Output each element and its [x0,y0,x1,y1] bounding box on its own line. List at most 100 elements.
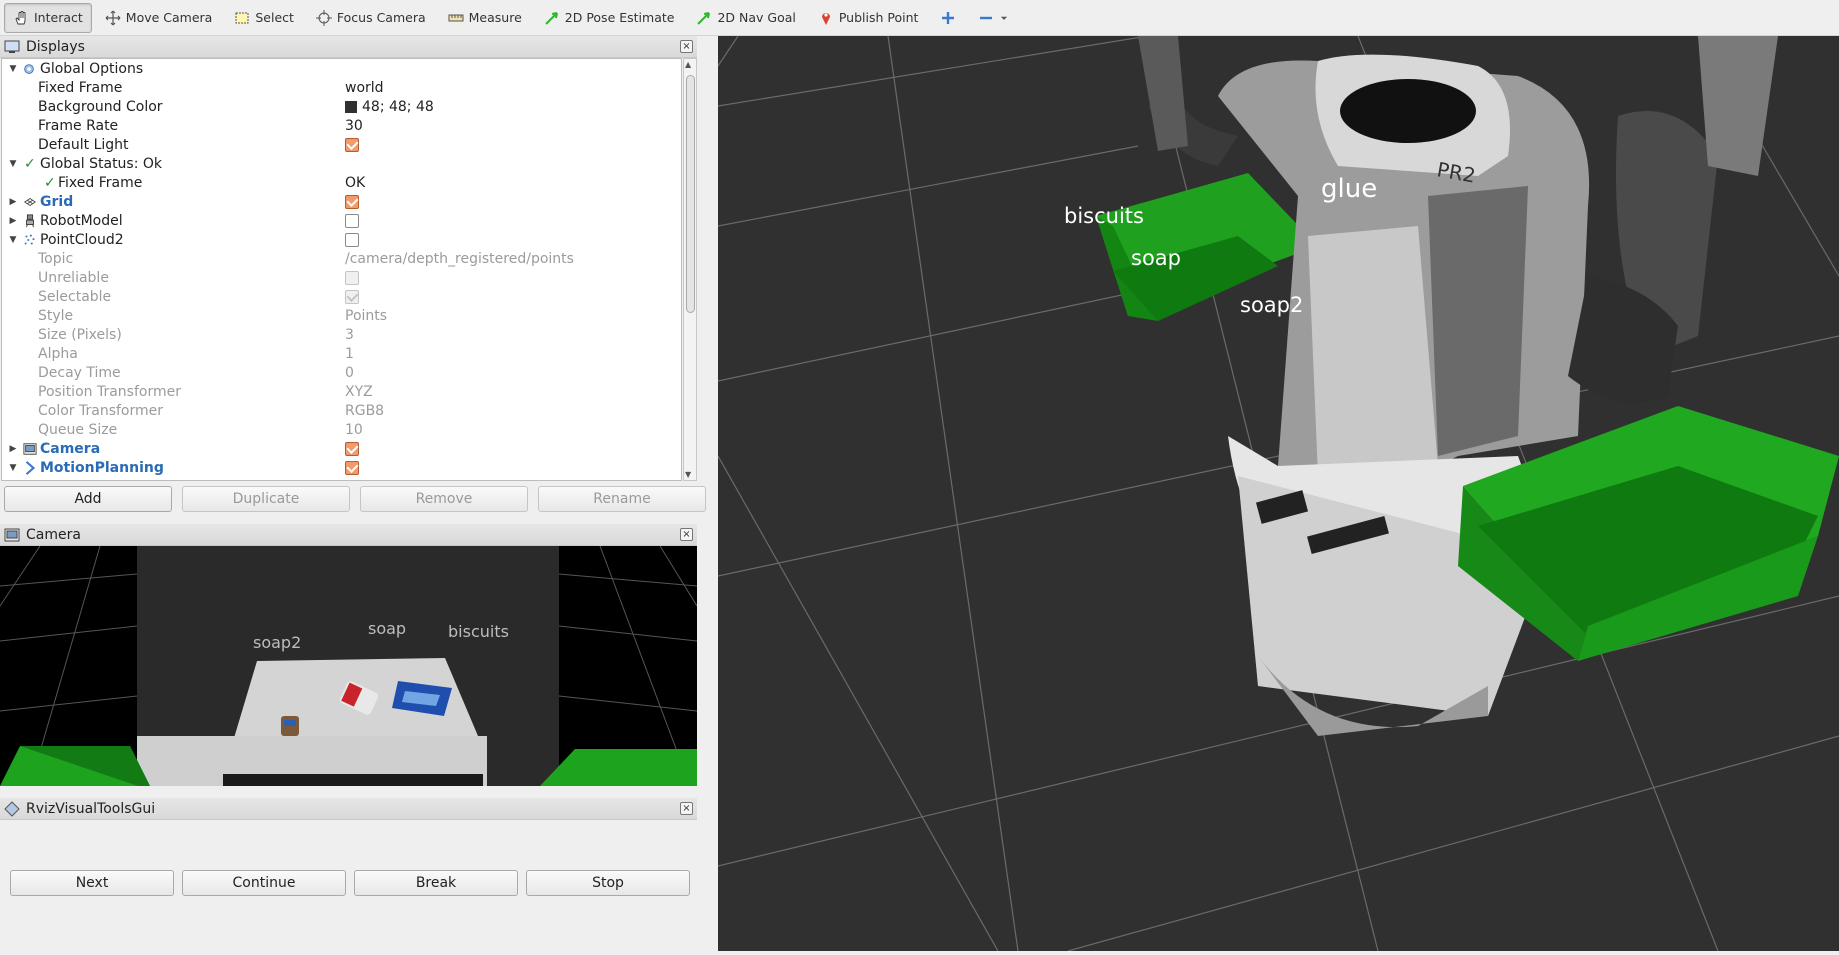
label-soap: soap [1131,246,1181,270]
camera-view[interactable]: soap2 soap biscuits [0,546,697,786]
unreliable-checkbox[interactable] [345,270,359,285]
tree-value[interactable]: 1 [345,346,354,362]
tree-label: RobotModel [40,212,123,229]
tree-row-position-transformer[interactable]: Position Transformer XYZ [2,382,681,401]
tree-value[interactable]: world [345,80,384,96]
add-tool-button[interactable] [931,3,965,33]
tree-row-style[interactable]: Style Points [2,306,681,325]
main-toolbar: Interact Move Camera Select Focus Camera… [0,0,1839,36]
color-swatch[interactable] [345,100,357,113]
tool-2d-pose-estimate[interactable]: 2D Pose Estimate [535,3,684,33]
tree-row-pointcloud2[interactable]: ▼ PointCloud2 [2,230,681,249]
expand-arrow-icon[interactable]: ▼ [8,463,18,473]
tree-value[interactable]: XYZ [345,384,373,400]
next-button[interactable]: Next [10,870,174,896]
break-button[interactable]: Break [354,870,518,896]
displays-scrollbar[interactable]: ▲ ▼ [683,58,697,481]
tool-2d-nav-goal[interactable]: 2D Nav Goal [687,3,804,33]
tool-select[interactable]: Select [225,3,303,33]
duplicate-button[interactable]: Duplicate [182,486,350,512]
scroll-up-icon[interactable]: ▲ [685,60,691,69]
tool-measure[interactable]: Measure [439,3,531,33]
scroll-down-icon[interactable]: ▼ [685,470,691,479]
tree-value[interactable]: 48; 48; 48 [362,99,434,115]
collapse-arrow-icon[interactable]: ▶ [8,216,18,226]
tree-value[interactable]: 3 [345,327,354,343]
expand-arrow-icon[interactable]: ▼ [8,64,18,74]
close-icon[interactable]: × [680,528,693,541]
tree-row-selectable[interactable]: Selectable [2,287,681,306]
checkmark-icon: ✓ [24,155,36,172]
tree-value[interactable]: 10 [345,422,363,438]
tree-label: PointCloud2 [40,231,124,248]
robotmodel-checkbox[interactable] [345,213,359,228]
collapse-arrow-icon[interactable]: ▶ [8,197,18,207]
3d-viewport[interactable]: PR2 biscuits soap soap2 glue [718,36,1839,951]
selectable-checkbox[interactable] [345,289,359,304]
tree-value[interactable]: 0 [345,365,354,381]
tree-value[interactable]: RGB8 [345,403,384,419]
tree-row-default-light[interactable]: Default Light [2,135,681,154]
dock-splitter[interactable] [706,36,718,955]
tree-row-frame-rate[interactable]: Frame Rate 30 [2,116,681,135]
camera-icon [4,528,20,541]
camera-icon [23,442,37,455]
tool-interact[interactable]: Interact [4,2,92,33]
tree-row-decay-time[interactable]: Decay Time 0 [2,363,681,382]
add-button[interactable]: Add [4,486,172,512]
tree-row-global-options[interactable]: ▼ Global Options [2,59,681,78]
camera-label-soap: soap [368,619,407,638]
tree-label: Default Light [38,136,129,153]
close-icon[interactable]: × [680,40,693,53]
tree-row-background-color[interactable]: Background Color 48; 48; 48 [2,97,681,116]
motionplanning-checkbox[interactable] [345,460,359,475]
displays-title: Displays [26,38,85,55]
tree-row-motionplanning[interactable]: ▼ MotionPlanning [2,458,681,477]
panel-diamond-icon [4,800,20,817]
tree-row-color-transformer[interactable]: Color Transformer RGB8 [2,401,681,420]
expand-arrow-icon[interactable]: ▼ [8,159,18,169]
tree-row-status-fixed-frame[interactable]: ✓ Fixed Frame OK [2,173,681,192]
tree-value[interactable]: 30 [345,118,363,134]
default-light-checkbox[interactable] [345,137,359,152]
grid-checkbox[interactable] [345,194,359,209]
tree-label: Global Status: Ok [40,155,163,172]
tree-row-camera[interactable]: ▶ Camera [2,439,681,458]
camera-checkbox[interactable] [345,441,359,456]
motion-planning-icon [25,460,36,475]
collapse-arrow-icon[interactable]: ▶ [8,444,18,454]
remove-button[interactable]: Remove [360,486,528,512]
rvizgui-buttons: Next Continue Break Stop [10,870,690,896]
displays-panel: Displays × ▼ Global Options Fixed Frame … [0,36,697,482]
pin-icon [821,12,830,25]
tree-row-grid[interactable]: ▶ Grid [2,192,681,211]
expand-arrow-icon[interactable]: ▼ [8,235,18,245]
continue-button[interactable]: Continue [182,870,346,896]
tree-value: OK [345,174,366,191]
close-icon[interactable]: × [680,802,693,815]
tool-move-camera[interactable]: Move Camera [96,3,222,33]
remove-tool-button[interactable] [969,3,1018,33]
tree-row-unreliable[interactable]: Unreliable [2,268,681,287]
tree-row-size[interactable]: Size (Pixels) 3 [2,325,681,344]
tree-row-robotmodel[interactable]: ▶ RobotModel [2,211,681,230]
tree-row-alpha[interactable]: Alpha 1 [2,344,681,363]
tool-publish-point[interactable]: Publish Point [809,3,928,33]
pointcloud-icon [24,234,35,245]
tool-focus-camera[interactable]: Focus Camera [307,3,435,33]
tree-row-global-status[interactable]: ▼ ✓ Global Status: Ok [2,154,681,173]
rename-button[interactable]: Rename [538,486,706,512]
tree-row-fixed-frame[interactable]: Fixed Frame world [2,78,681,97]
scrollbar-thumb[interactable] [686,75,695,313]
stop-button[interactable]: Stop [526,870,690,896]
tree-row-topic[interactable]: Topic /camera/depth_registered/points [2,249,681,268]
tree-value[interactable]: Points [345,308,387,324]
pose-arrow-icon [545,11,558,25]
pointcloud2-checkbox[interactable] [345,232,359,247]
tool-select-label: Select [255,10,294,25]
tree-value[interactable]: /camera/depth_registered/points [345,251,574,267]
ruler-icon [448,14,464,21]
tree-row-queue-size[interactable]: Queue Size 10 [2,420,681,439]
tool-focus-camera-label: Focus Camera [336,10,426,25]
displays-tree[interactable]: ▼ Global Options Fixed Frame world Backg… [1,58,682,481]
